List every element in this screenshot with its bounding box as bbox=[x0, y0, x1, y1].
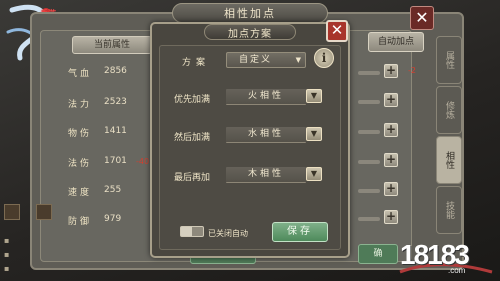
save-button[interactable]: 保存 bbox=[272, 222, 328, 242]
auto-toggle-checkbox[interactable] bbox=[180, 226, 204, 237]
chat-line: ▪ bbox=[4, 250, 10, 259]
plus-button[interactable]: + bbox=[384, 123, 398, 137]
dialog-close-button[interactable]: ✕ bbox=[326, 20, 348, 42]
stat-label-mp: 法力 bbox=[68, 100, 93, 110]
watermark-domain: .com bbox=[448, 266, 466, 275]
tab-skills[interactable]: 技能 bbox=[436, 186, 462, 234]
scheme-select[interactable]: 自定义 ▼ bbox=[226, 52, 306, 68]
priority-field-3[interactable]: 木相性 bbox=[226, 167, 306, 183]
point-bar bbox=[358, 189, 380, 193]
chevron-down-icon[interactable]: ▼ bbox=[306, 89, 322, 103]
info-icon[interactable]: i bbox=[314, 48, 334, 68]
plus-button[interactable]: + bbox=[384, 210, 398, 224]
point-bar bbox=[358, 71, 380, 75]
main-close-button[interactable]: ✕ bbox=[410, 6, 434, 30]
tab-cultivation[interactable]: 修炼 bbox=[436, 86, 462, 134]
stat-label-defense: 防御 bbox=[68, 217, 93, 227]
plus-button[interactable]: + bbox=[384, 64, 398, 78]
avatar[interactable] bbox=[36, 204, 52, 220]
stat-value-defense: 979 bbox=[104, 214, 122, 224]
scheme-dialog-body bbox=[159, 45, 341, 250]
bottom-right-button[interactable]: 确 bbox=[358, 244, 398, 264]
stat-label-hp: 气血 bbox=[68, 69, 93, 79]
tab-attributes[interactable]: 属性 bbox=[436, 36, 462, 84]
stat-label-speed: 速度 bbox=[68, 188, 93, 198]
stat-value-magic-dmg: 1701 bbox=[104, 156, 127, 166]
chevron-down-icon[interactable]: ▼ bbox=[306, 127, 322, 141]
current-attributes-button[interactable]: 当前属性 bbox=[72, 36, 152, 54]
point-bar bbox=[358, 100, 380, 104]
point-bar bbox=[358, 160, 380, 164]
plus-button[interactable]: + bbox=[384, 153, 398, 167]
point-bar bbox=[358, 130, 380, 134]
chat-line: ▪ bbox=[4, 236, 10, 245]
tab-affinity[interactable]: 相性 bbox=[436, 136, 462, 184]
priority-field-1[interactable]: 火相性 bbox=[226, 89, 306, 105]
point-delta: -2 bbox=[408, 66, 416, 75]
chevron-down-icon: ▼ bbox=[295, 56, 301, 64]
stat-value-phys-dmg: 1411 bbox=[104, 126, 127, 136]
point-bar bbox=[358, 217, 380, 221]
auto-add-button[interactable]: 自动加点 bbox=[368, 32, 424, 52]
auto-toggle-label: 已关闭自动 bbox=[208, 229, 248, 238]
priority-label-1: 优先加满 bbox=[174, 95, 211, 105]
main-title: 相性加点 bbox=[224, 7, 276, 20]
priority-field-2[interactable]: 水相性 bbox=[226, 127, 306, 143]
avatar[interactable] bbox=[4, 204, 20, 220]
plus-button[interactable]: + bbox=[384, 93, 398, 107]
stat-label-magic-dmg: 法伤 bbox=[68, 159, 93, 169]
scheme-select-value: 自定义 bbox=[239, 55, 273, 65]
dialog-title: 加点方案 bbox=[228, 29, 272, 40]
priority-label-3: 最后再加 bbox=[174, 173, 211, 183]
scheme-label: 方案 bbox=[182, 58, 211, 68]
stat-value-mp: 2523 bbox=[104, 97, 127, 107]
stat-extra-magic-dmg: -40 bbox=[136, 157, 150, 166]
stat-value-speed: 255 bbox=[104, 185, 122, 195]
chevron-down-icon[interactable]: ▼ bbox=[306, 167, 322, 181]
stat-value-hp: 2856 bbox=[104, 66, 127, 76]
stat-label-phys-dmg: 物伤 bbox=[68, 129, 93, 139]
priority-label-2: 然后加满 bbox=[174, 133, 211, 143]
chat-line: ▪ bbox=[4, 264, 10, 273]
plus-button[interactable]: + bbox=[384, 182, 398, 196]
